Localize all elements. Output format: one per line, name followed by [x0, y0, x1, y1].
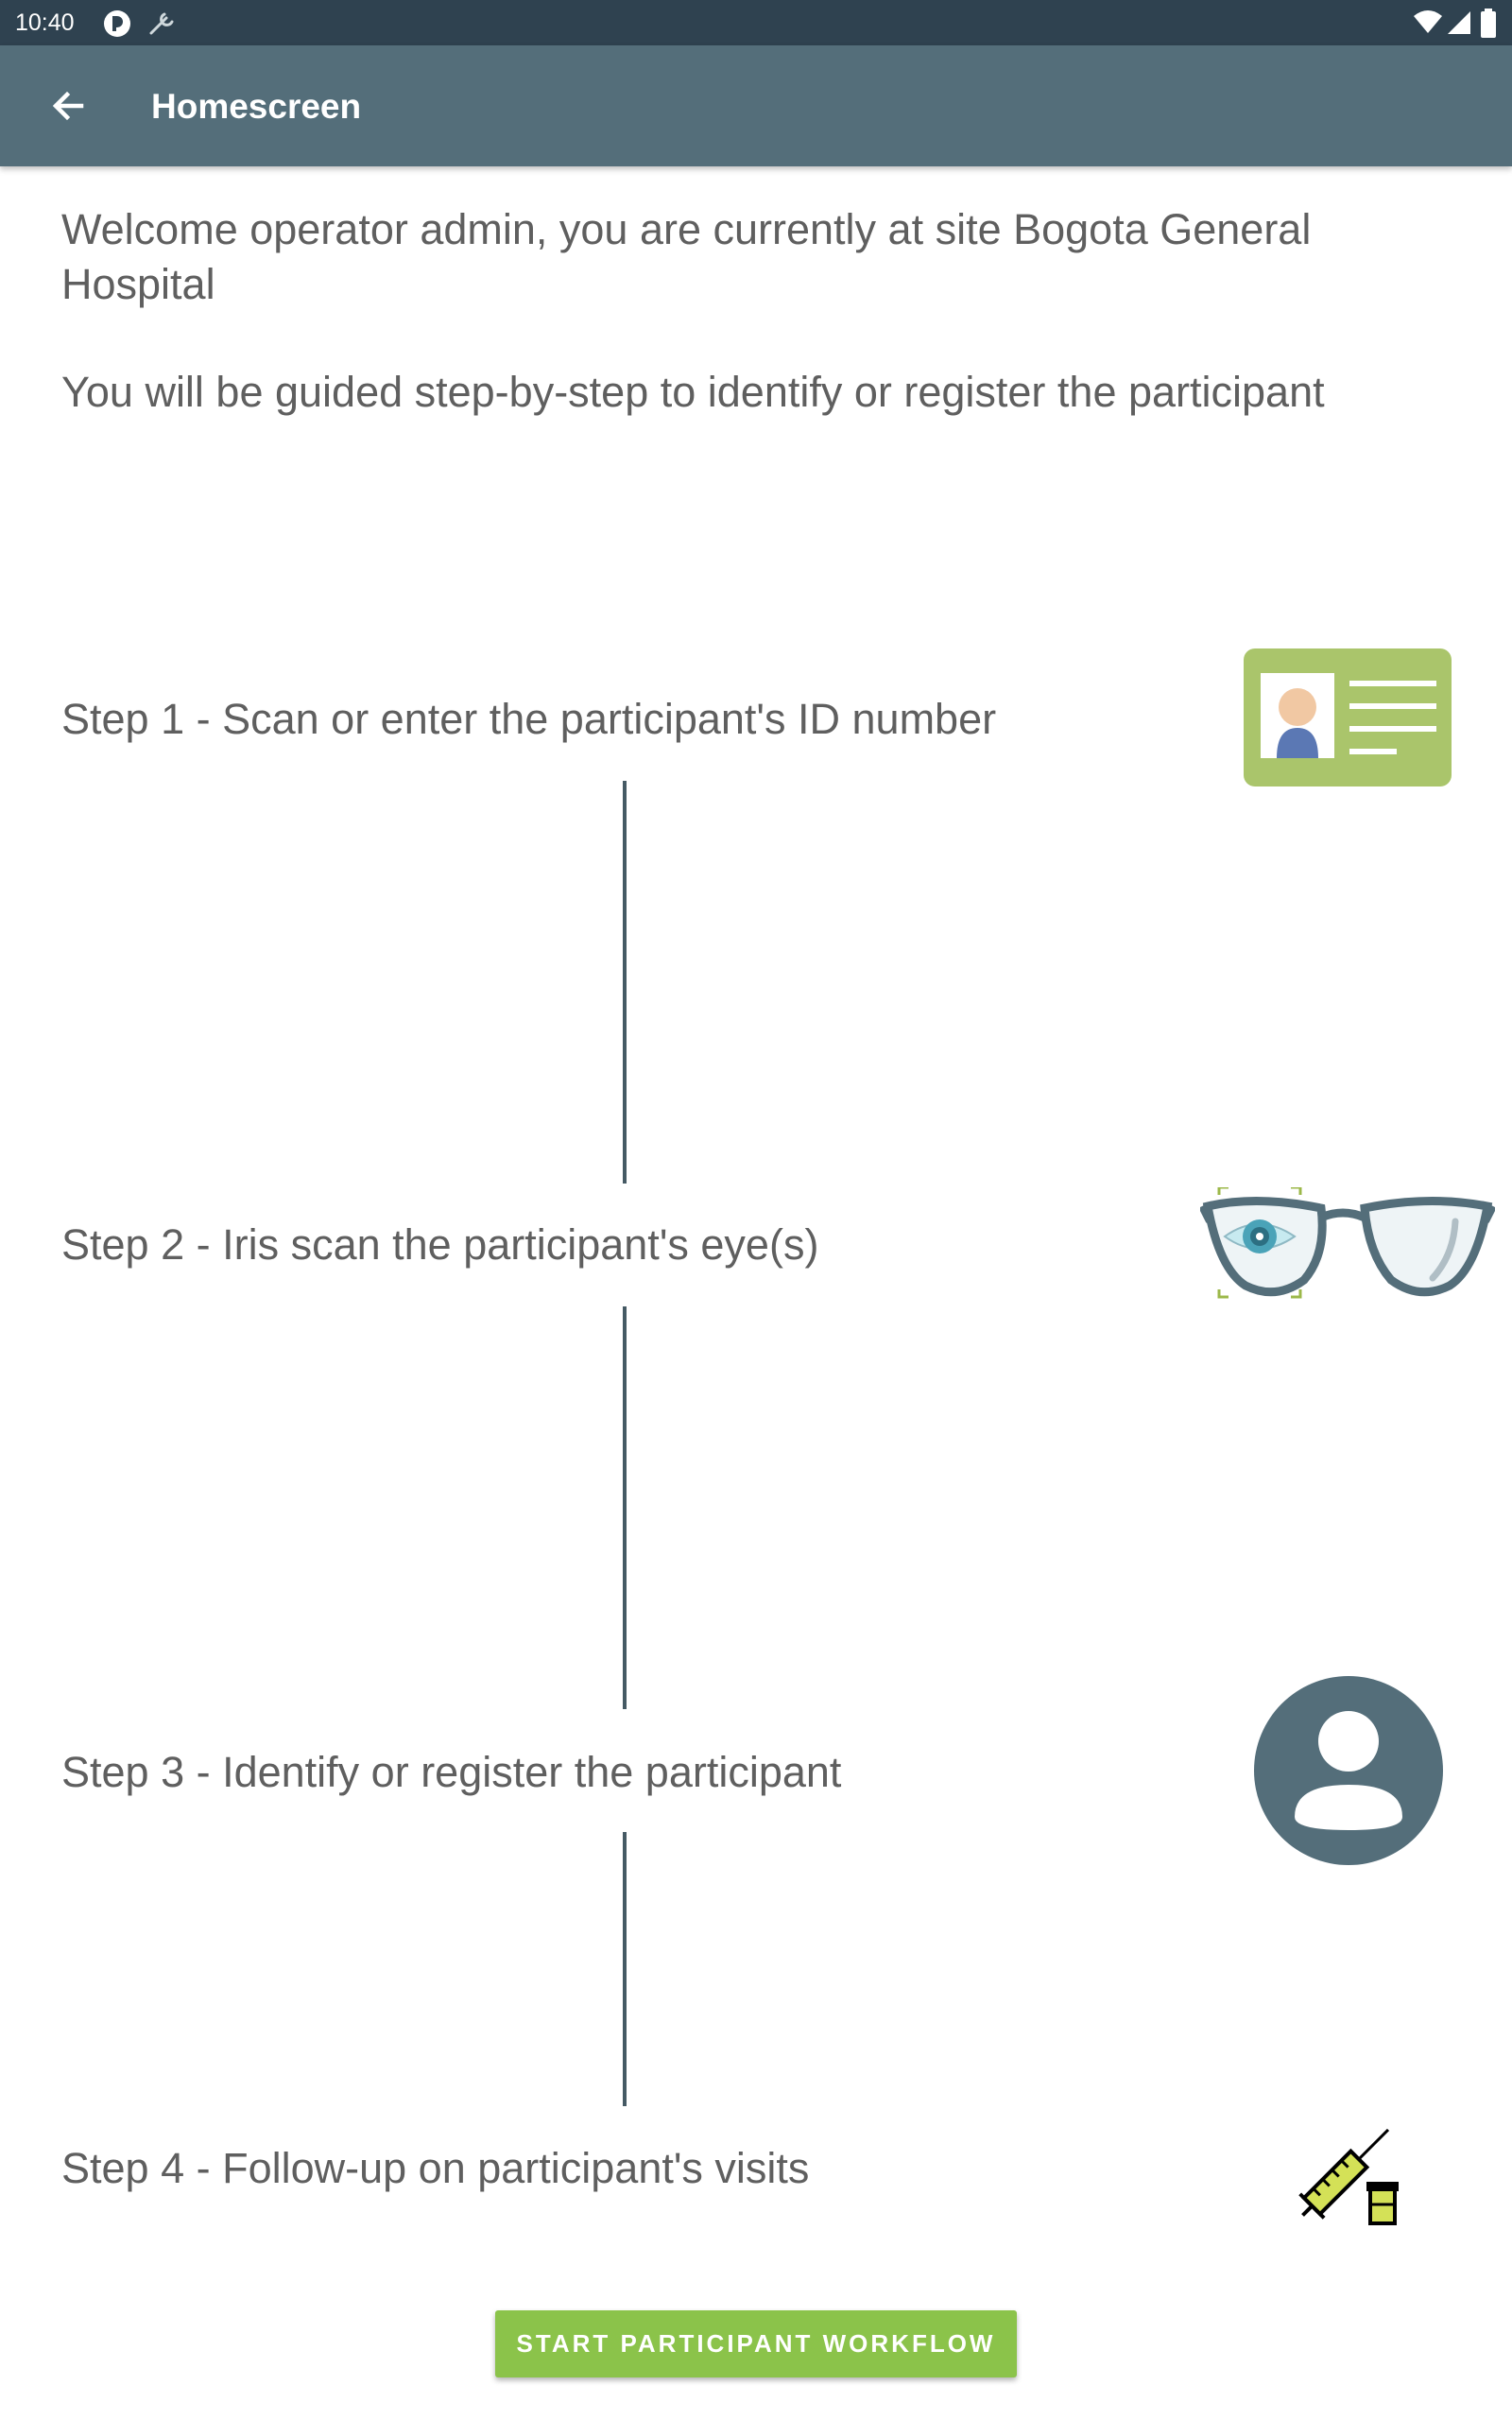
step-3-label: Step 3 - Identify or register the partic…: [61, 1748, 842, 1796]
status-time: 10:40: [15, 9, 75, 36]
step-connector: [623, 1832, 627, 2106]
welcome-message: Welcome operator admin, you are currentl…: [61, 205, 1312, 308]
step-4-label: Step 4 - Follow-up on participant's visi…: [61, 2144, 810, 2192]
step-connector: [623, 781, 627, 1184]
step-1-label: Step 1 - Scan or enter the participant's…: [61, 695, 997, 743]
page-title: Homescreen: [151, 87, 362, 126]
guide-message: You will be guided step-by-step to ident…: [61, 368, 1325, 416]
start-participant-workflow-button[interactable]: START PARTICIPANT WORKFLOW: [495, 2310, 1017, 2377]
glasses-iris-icon: [1200, 1187, 1495, 1299]
battery-icon: [1481, 9, 1496, 38]
arrow-back-icon: [52, 91, 84, 121]
syringe-vial-icon: [1298, 2128, 1399, 2225]
account-circle-icon: [1254, 1676, 1443, 1865]
status-bar: 10:40: [0, 0, 1512, 45]
wifi-icon: [1414, 10, 1442, 33]
id-card-icon: [1244, 648, 1452, 786]
signal-icon: [1448, 11, 1470, 34]
sync-icon: [104, 10, 130, 37]
step-connector: [623, 1306, 627, 1709]
back-button[interactable]: [42, 79, 94, 132]
wrench-icon: [149, 12, 174, 35]
app-bar: Homescreen: [0, 45, 1512, 166]
step-2-label: Step 2 - Iris scan the participant's eye…: [61, 1220, 819, 1269]
